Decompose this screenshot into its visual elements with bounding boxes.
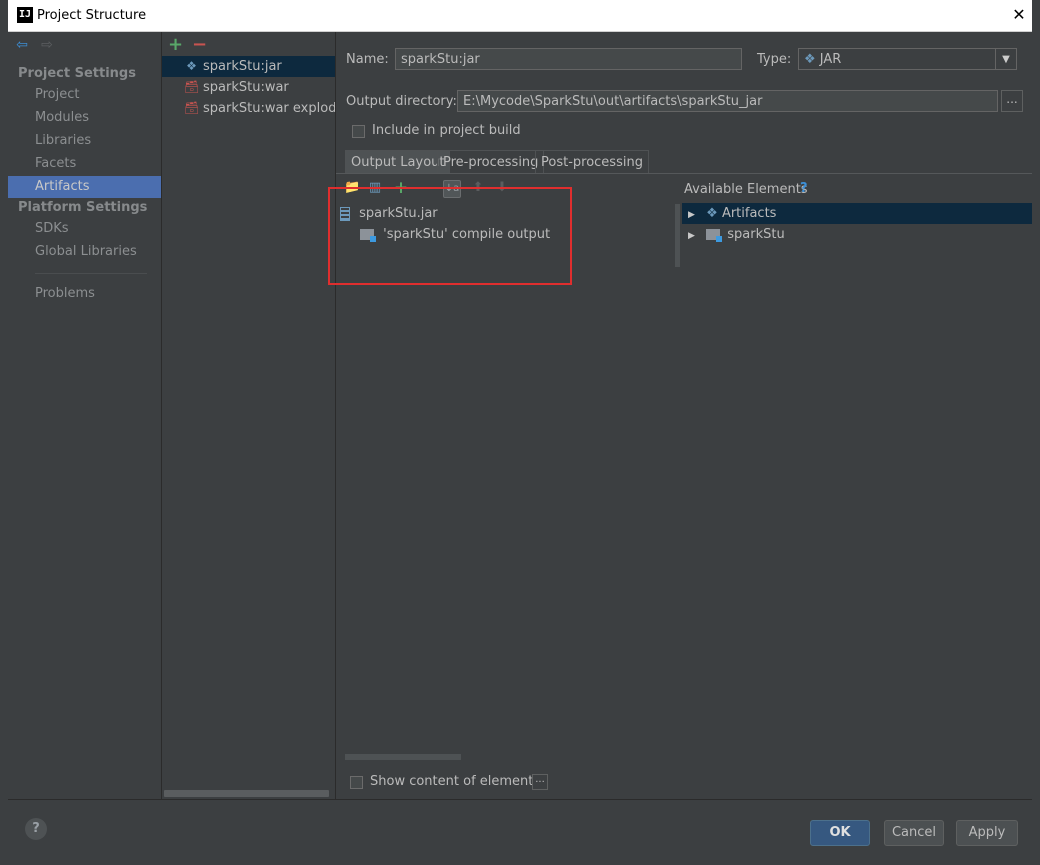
show-content-label: Show content of elements xyxy=(370,774,541,789)
layout-horizontal-scrollbar[interactable] xyxy=(345,754,461,760)
add-artifact-icon[interactable]: + xyxy=(168,34,183,55)
module-folder-icon xyxy=(706,229,723,242)
dialog-titlebar: IJ Project Structure ✕ xyxy=(8,0,1032,32)
available-item-sparkstu[interactable]: ▶ sparkStu xyxy=(682,224,1032,245)
highlight-box xyxy=(328,187,572,285)
artifacts-icon: ❖ xyxy=(706,206,718,221)
footer-divider xyxy=(8,799,1032,800)
cancel-button[interactable]: Cancel xyxy=(884,820,944,846)
background-window-edge-right xyxy=(1032,0,1040,865)
nav-item-sdks[interactable]: SDKs xyxy=(8,218,161,240)
artifact-list-panel: + − ❖ sparkStu:jar 🗃 sparkStu:war 🗃 spar… xyxy=(162,32,336,799)
show-content-options-button[interactable]: ... xyxy=(532,774,548,790)
output-tree-scrollbar[interactable] xyxy=(675,204,680,267)
artifact-item-label: sparkStu:war exploded xyxy=(203,101,335,116)
artifact-jar-icon: ❖ xyxy=(186,59,197,73)
settings-nav: ⇦ ⇨ Project Settings Project Modules Lib… xyxy=(8,32,162,799)
show-content-checkbox[interactable] xyxy=(350,776,363,789)
expand-arrow-icon[interactable]: ▶ xyxy=(688,226,702,247)
artifact-item-war[interactable]: 🗃 sparkStu:war xyxy=(162,77,335,98)
output-layout-area: 📁 ▥ + ↓a ⬆ ⬇ sparkStu.jar 'sparkStu' com… xyxy=(336,32,1032,799)
intellij-logo-icon: IJ xyxy=(17,7,33,23)
artifact-item-label: sparkStu:war xyxy=(203,80,289,95)
nav-item-global-libraries[interactable]: Global Libraries xyxy=(8,241,161,263)
project-settings-header: Project Settings xyxy=(18,66,136,81)
remove-artifact-icon[interactable]: − xyxy=(192,34,207,55)
back-arrow-icon[interactable]: ⇦ xyxy=(13,38,31,52)
help-button[interactable]: ? xyxy=(25,818,47,840)
artifact-item-label: sparkStu:jar xyxy=(203,59,282,74)
available-item-label: Artifacts xyxy=(721,206,777,221)
artifact-item-jar[interactable]: ❖ sparkStu:jar xyxy=(162,56,335,77)
nav-item-project[interactable]: Project xyxy=(8,84,161,106)
platform-settings-header: Platform Settings xyxy=(18,200,148,215)
nav-item-problems[interactable]: Problems xyxy=(8,283,161,305)
nav-item-artifacts[interactable]: Artifacts xyxy=(8,176,161,198)
available-item-artifacts[interactable]: ▶ ❖ Artifacts xyxy=(682,203,1032,224)
artifact-list-scrollbar[interactable] xyxy=(164,790,329,797)
background-window-edge-bottom xyxy=(0,857,1040,865)
forward-arrow-icon[interactable]: ⇨ xyxy=(38,38,56,52)
expand-arrow-icon[interactable]: ▶ xyxy=(688,205,702,226)
artifact-item-war-exploded[interactable]: 🗃 sparkStu:war exploded xyxy=(162,98,335,119)
help-icon[interactable]: ? xyxy=(800,181,808,196)
nav-item-facets[interactable]: Facets xyxy=(8,153,161,175)
nav-divider xyxy=(35,273,147,274)
dialog-title: Project Structure xyxy=(37,8,147,23)
nav-item-modules[interactable]: Modules xyxy=(8,107,161,129)
project-structure-dialog: ⇦ ⇨ Project Settings Project Modules Lib… xyxy=(8,32,1032,857)
ok-button[interactable]: OK xyxy=(810,820,870,846)
artifact-war-icon: 🗃 xyxy=(184,80,200,94)
background-window-edge-left xyxy=(0,0,8,865)
nav-item-libraries[interactable]: Libraries xyxy=(8,130,161,152)
apply-button[interactable]: Apply xyxy=(956,820,1018,846)
artifact-war-exploded-icon: 🗃 xyxy=(184,101,200,115)
close-button[interactable]: ✕ xyxy=(1008,3,1030,27)
available-elements-title: Available Elements xyxy=(684,182,808,197)
available-item-label: sparkStu xyxy=(727,227,785,242)
